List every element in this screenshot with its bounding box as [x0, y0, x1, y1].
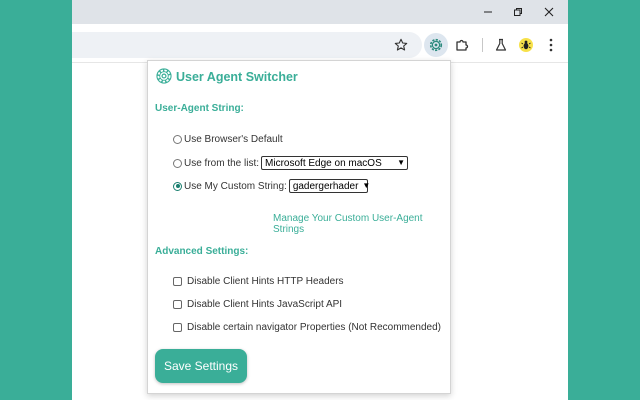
option-default[interactable]: Use Browser's Default: [173, 134, 283, 145]
custom-string-select[interactable]: gadergerhader ▼: [288, 179, 371, 193]
title-bar: [72, 0, 568, 24]
save-settings-button[interactable]: Save Settings: [155, 349, 247, 383]
option-disable-hints-headers[interactable]: Disable Client Hints HTTP Headers: [173, 276, 344, 287]
address-bar[interactable]: [72, 32, 422, 58]
chevron-down-icon: ▼: [397, 158, 406, 167]
hints-headers-checkbox[interactable]: [173, 277, 182, 286]
ua-section-heading: User-Agent String:: [155, 103, 244, 114]
puzzle-icon[interactable]: [450, 33, 474, 57]
manage-custom-strings-link[interactable]: Manage Your Custom User-Agent Strings: [273, 213, 450, 235]
hints-headers-label[interactable]: Disable Client Hints HTTP Headers: [187, 276, 344, 287]
toolbar-separator: [482, 38, 483, 52]
chevron-down-icon: ▼: [362, 181, 371, 190]
custom-string-value: gadergerhader: [292, 180, 359, 192]
option-custom[interactable]: Use My Custom String: gadergerhader ▼: [173, 179, 371, 193]
custom-radio[interactable]: [173, 181, 182, 191]
option-disable-hints-js[interactable]: Disable Client Hints JavaScript API: [173, 299, 342, 310]
hints-js-checkbox[interactable]: [173, 300, 182, 309]
extension-popup: User Agent Switcher User-Agent String: U…: [147, 60, 451, 394]
star-icon[interactable]: [389, 33, 413, 57]
option-list[interactable]: Use from the list: Microsoft Edge on mac…: [173, 156, 409, 170]
list-label[interactable]: Use from the list:: [184, 158, 259, 169]
navigator-checkbox[interactable]: [173, 323, 182, 332]
flask-icon[interactable]: [489, 33, 513, 57]
list-radio[interactable]: [173, 158, 182, 168]
close-icon[interactable]: [533, 0, 565, 24]
option-disable-navigator[interactable]: Disable certain navigator Properties (No…: [173, 322, 441, 333]
gear-icon[interactable]: [424, 33, 448, 57]
gear-logo-icon: [155, 67, 173, 85]
minimize-icon[interactable]: [472, 0, 504, 24]
kebab-menu-icon[interactable]: [539, 33, 563, 57]
restore-icon[interactable]: [502, 0, 534, 24]
default-label[interactable]: Use Browser's Default: [184, 134, 283, 145]
bug-icon[interactable]: [514, 33, 538, 57]
browser-list-value: Microsoft Edge on macOS: [265, 157, 382, 169]
advanced-section-heading: Advanced Settings:: [155, 246, 249, 257]
navigator-label[interactable]: Disable certain navigator Properties (No…: [187, 322, 441, 333]
custom-label[interactable]: Use My Custom String:: [184, 181, 287, 192]
default-radio[interactable]: [173, 135, 182, 144]
popup-title: User Agent Switcher: [176, 70, 298, 84]
browser-list-select[interactable]: Microsoft Edge on macOS ▼: [261, 156, 409, 170]
hints-js-label[interactable]: Disable Client Hints JavaScript API: [187, 299, 342, 310]
